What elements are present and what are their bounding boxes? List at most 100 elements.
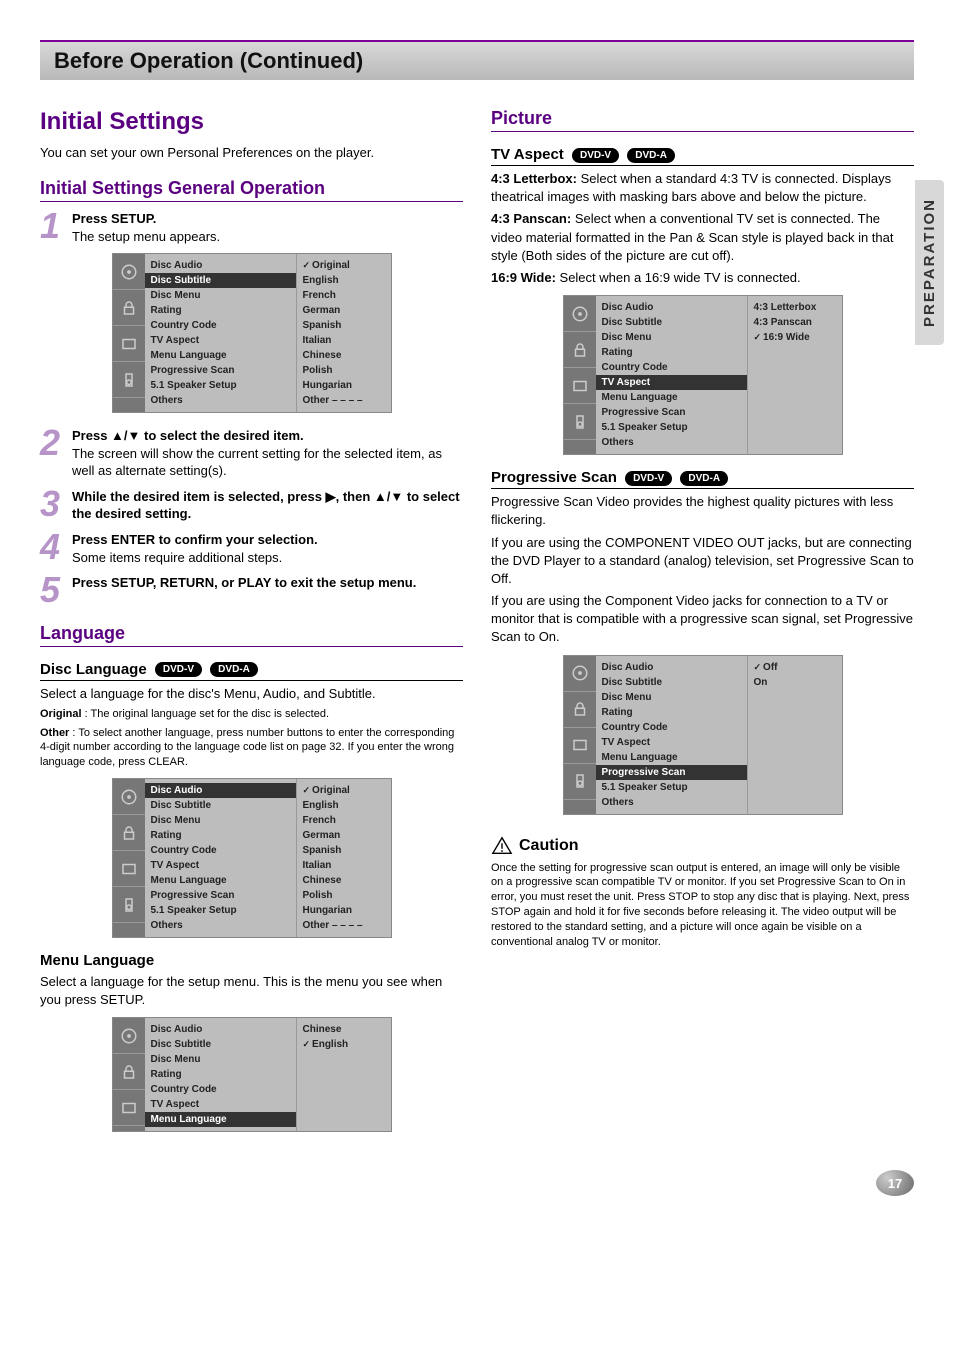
step-5-bold: Press SETUP, RETURN, or PLAY to exit the… [72,575,416,590]
menu-item: Rating [151,828,290,843]
menu-item: Disc Subtitle [602,315,741,330]
disc-icon [564,296,596,332]
step-5: 5 Press SETUP, RETURN, or PLAY to exit t… [40,574,463,606]
menu-option-checked: Off [754,660,836,675]
disc-icon [564,656,596,692]
menu-item: Disc Audio [602,660,741,675]
menu-item: Disc Menu [602,690,741,705]
menu-item: Disc Menu [151,1052,290,1067]
menu-item: Disc Menu [151,288,290,303]
heading-tv-aspect: TV Aspect DVD-V DVD-A [491,146,914,166]
heading-disc-language: Disc Language DVD-V DVD-A [40,661,463,681]
heading-language: Language [40,623,463,647]
step-1-text: The setup menu appears. [72,229,220,244]
menu-option-checked: English [303,1037,385,1052]
menu-option-checked: Original [303,258,385,273]
menu-item: Rating [602,705,741,720]
menu-item: Menu Language [151,348,290,363]
menu-item: Others [151,918,290,933]
side-tab: PREPARATION [915,180,944,345]
menu-item-selected: TV Aspect [596,375,747,390]
step-number-5: 5 [40,574,66,606]
badge-dvd-a: DVD-A [210,662,258,677]
menu-item: Progressive Scan [151,888,290,903]
menu-item: Rating [602,345,741,360]
menu-language-text: Select a language for the setup menu. Th… [40,973,463,1009]
disc-language-intro: Select a language for the disc's Menu, A… [40,685,463,703]
heading-menu-language: Menu Language [40,952,463,969]
menu-option-checked: Original [303,783,385,798]
menu-item: Progressive Scan [602,405,741,420]
right-column: Picture TV Aspect DVD-V DVD-A 4:3 Letter… [491,98,914,1146]
speaker-icon [113,362,145,398]
heading-general-operation: Initial Settings General Operation [40,178,463,202]
menu-option: Other – – – – [303,393,385,408]
disc-icon [113,1018,145,1054]
menu-item: TV Aspect [602,735,741,750]
heading-picture: Picture [491,108,914,132]
menu-option-checked: 16:9 Wide [754,330,836,345]
setup-menu-screenshot-5: Disc Audio Disc Subtitle Disc Menu Ratin… [563,655,843,815]
menu-option: German [303,828,385,843]
menu-item-selected: Progressive Scan [596,765,747,780]
letterbox-text: 4:3 Letterbox: Select when a standard 4:… [491,170,914,206]
lock-icon [564,692,596,728]
left-column: Initial Settings You can set your own Pe… [40,98,463,1146]
menu-option: German [303,303,385,318]
badge-dvd-v: DVD-V [625,471,672,486]
menu-item: 5.1 Speaker Setup [151,378,290,393]
menu-item: 5.1 Speaker Setup [602,780,741,795]
tv-icon [113,326,145,362]
menu-option: Spanish [303,843,385,858]
prog-p2: If you are using the COMPONENT VIDEO OUT… [491,534,914,589]
menu-option: French [303,813,385,828]
menu-item: Disc Audio [151,258,290,273]
badge-dvd-v: DVD-V [155,662,202,677]
step-3: 3 While the desired item is selected, pr… [40,488,463,523]
menu-item: Disc Subtitle [151,798,290,813]
other-note: Other : To select another language, pres… [40,726,463,771]
menu-item: TV Aspect [151,1097,290,1112]
step-2-text: The screen will show the current setting… [72,446,442,479]
menu-item: Disc Subtitle [151,1037,290,1052]
menu-item-selected: Disc Subtitle [145,273,296,288]
menu-item: Disc Menu [602,330,741,345]
step-3-bold: While the desired item is selected, pres… [72,489,460,522]
step-4-bold: Press ENTER to confirm your selection. [72,532,318,547]
caution-text: Once the setting for progressive scan ou… [491,861,914,950]
step-number-3: 3 [40,488,66,520]
speaker-icon [564,404,596,440]
disc-icon [113,779,145,815]
menu-item: Disc Subtitle [602,675,741,690]
setup-menu-screenshot-1: Disc Audio Disc Subtitle Disc Menu Ratin… [112,253,392,413]
prog-p3: If you are using the Component Video jac… [491,592,914,647]
page-footer: 17 [40,1170,914,1196]
menu-option: Italian [303,858,385,873]
menu-option: Hungarian [303,903,385,918]
menu-item: 5.1 Speaker Setup [602,420,741,435]
step-2: 2 Press ▲/▼ to select the desired item. … [40,427,463,480]
tv-icon [113,1090,145,1126]
menu-option: Polish [303,888,385,903]
menu-option: Chinese [303,873,385,888]
menu-item: Others [602,435,741,450]
menu-option: French [303,288,385,303]
menu-item: Others [151,393,290,408]
step-2-bold: Press ▲/▼ to select the desired item. [72,428,304,443]
heading-progressive-scan: Progressive Scan DVD-V DVD-A [491,469,914,489]
warning-icon [491,835,513,857]
tv-icon [113,851,145,887]
menu-item: TV Aspect [151,858,290,873]
disc-icon [113,254,145,290]
step-number-4: 4 [40,531,66,563]
lock-icon [113,1054,145,1090]
section-title-bar: Before Operation (Continued) [40,40,914,80]
menu-item: 5.1 Speaker Setup [151,903,290,918]
original-note: Original : The original language set for… [40,707,463,722]
menu-item: Disc Audio [151,1022,290,1037]
menu-option: English [303,273,385,288]
menu-item: Country Code [151,843,290,858]
setup-menu-screenshot-4: Disc Audio Disc Subtitle Disc Menu Ratin… [563,295,843,455]
step-4: 4 Press ENTER to confirm your selection.… [40,531,463,566]
menu-item: Country Code [151,1082,290,1097]
